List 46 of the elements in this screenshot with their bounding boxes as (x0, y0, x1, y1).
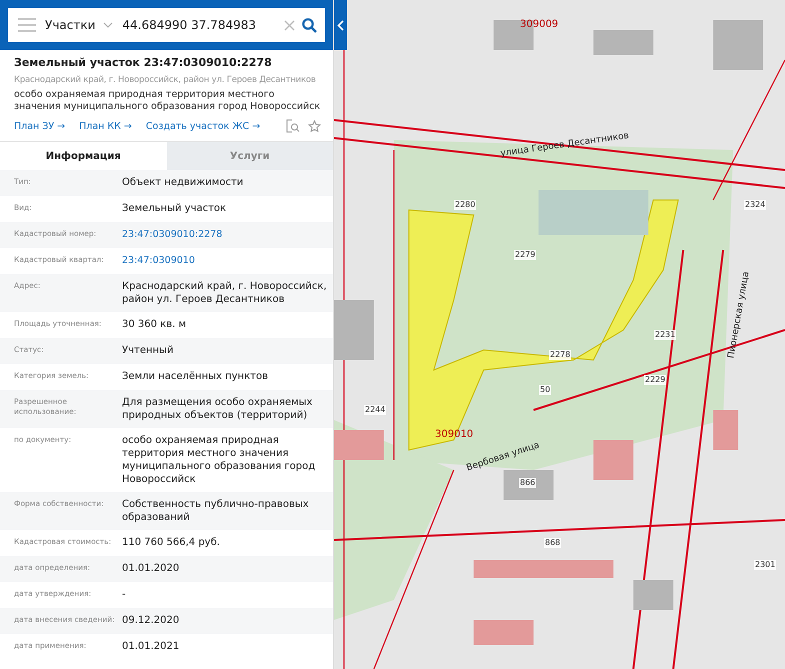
field-value: - (122, 588, 126, 602)
parcel-label: 309009 (519, 20, 560, 30)
layer-dropdown[interactable]: Участки (43, 18, 116, 32)
parcel-label: 309010 (434, 430, 474, 440)
menu-icon[interactable] (18, 18, 36, 32)
parcel-label: 2229 (644, 375, 666, 385)
object-description: особо охраняемая природная территория местного значения муниципального образования город Новороссийск (14, 89, 321, 113)
parcel-label: 2301 (754, 560, 776, 570)
parcel-label: 866 (519, 478, 536, 488)
chevron-down-icon (103, 22, 114, 28)
parcel-label: 50 (539, 385, 552, 395)
parcel-label: 2244 (364, 405, 386, 415)
field-value: Собственность публично-правовых образований (122, 498, 310, 524)
street-label: улица Героев Десантников (498, 130, 631, 160)
field-link[interactable]: 23:47:0309010 (122, 254, 195, 268)
parcel-label: 2278 (549, 350, 572, 360)
field-value: Объект недвижимости (122, 176, 244, 190)
star-icon[interactable] (308, 120, 321, 132)
parcel-label: 868 (544, 538, 562, 548)
close-icon[interactable] (284, 20, 295, 30)
field-value: Земли населённых пунктов (122, 370, 268, 384)
action-link[interactable]: План ЗУ → (14, 120, 66, 132)
parcel-label: 2324 (744, 200, 766, 210)
parcel-label: 2279 (514, 250, 536, 260)
field-value: Учтенный (122, 344, 174, 358)
field-value: особо охраняемая природная территория местного значения муниципального образования город Новороссийск (122, 434, 316, 486)
action-link[interactable]: Создать участок ЖС → (146, 120, 260, 132)
field-value: Земельный участок (122, 202, 226, 216)
field-value: 110 760 566,4 руб. (122, 536, 220, 550)
search-icon[interactable] (302, 18, 317, 32)
field-value: Краснодарский край, г. Новороссийск, район ул. Героев Десантников (122, 280, 327, 306)
field-value: 09.12.2020 (122, 614, 180, 628)
object-title: Земельный участок 23:47:0309010:2278 (14, 56, 273, 69)
field-value: 01.01.2021 (122, 640, 180, 654)
field-link[interactable]: 23:47:0309010:2278 (122, 228, 222, 242)
field-value: 01.01.2020 (122, 562, 180, 576)
tab[interactable]: Услуги (166, 142, 333, 170)
object-address: Краснодарский край, г. Новороссийск, район ул. Героев Десантников (14, 75, 317, 85)
chevron-left-icon (337, 20, 344, 30)
parcel-label: 2280 (454, 200, 476, 210)
field-value: Для размещения особо охраняемых природных объектов (территорий) (122, 396, 314, 422)
collapse-panel-button[interactable] (334, 0, 347, 50)
parcel-label: 2231 (654, 330, 676, 340)
field-value: 30 360 кв. м (122, 318, 186, 332)
action-link[interactable]: План КК → (79, 120, 132, 132)
zoom-to-icon[interactable] (286, 119, 300, 133)
